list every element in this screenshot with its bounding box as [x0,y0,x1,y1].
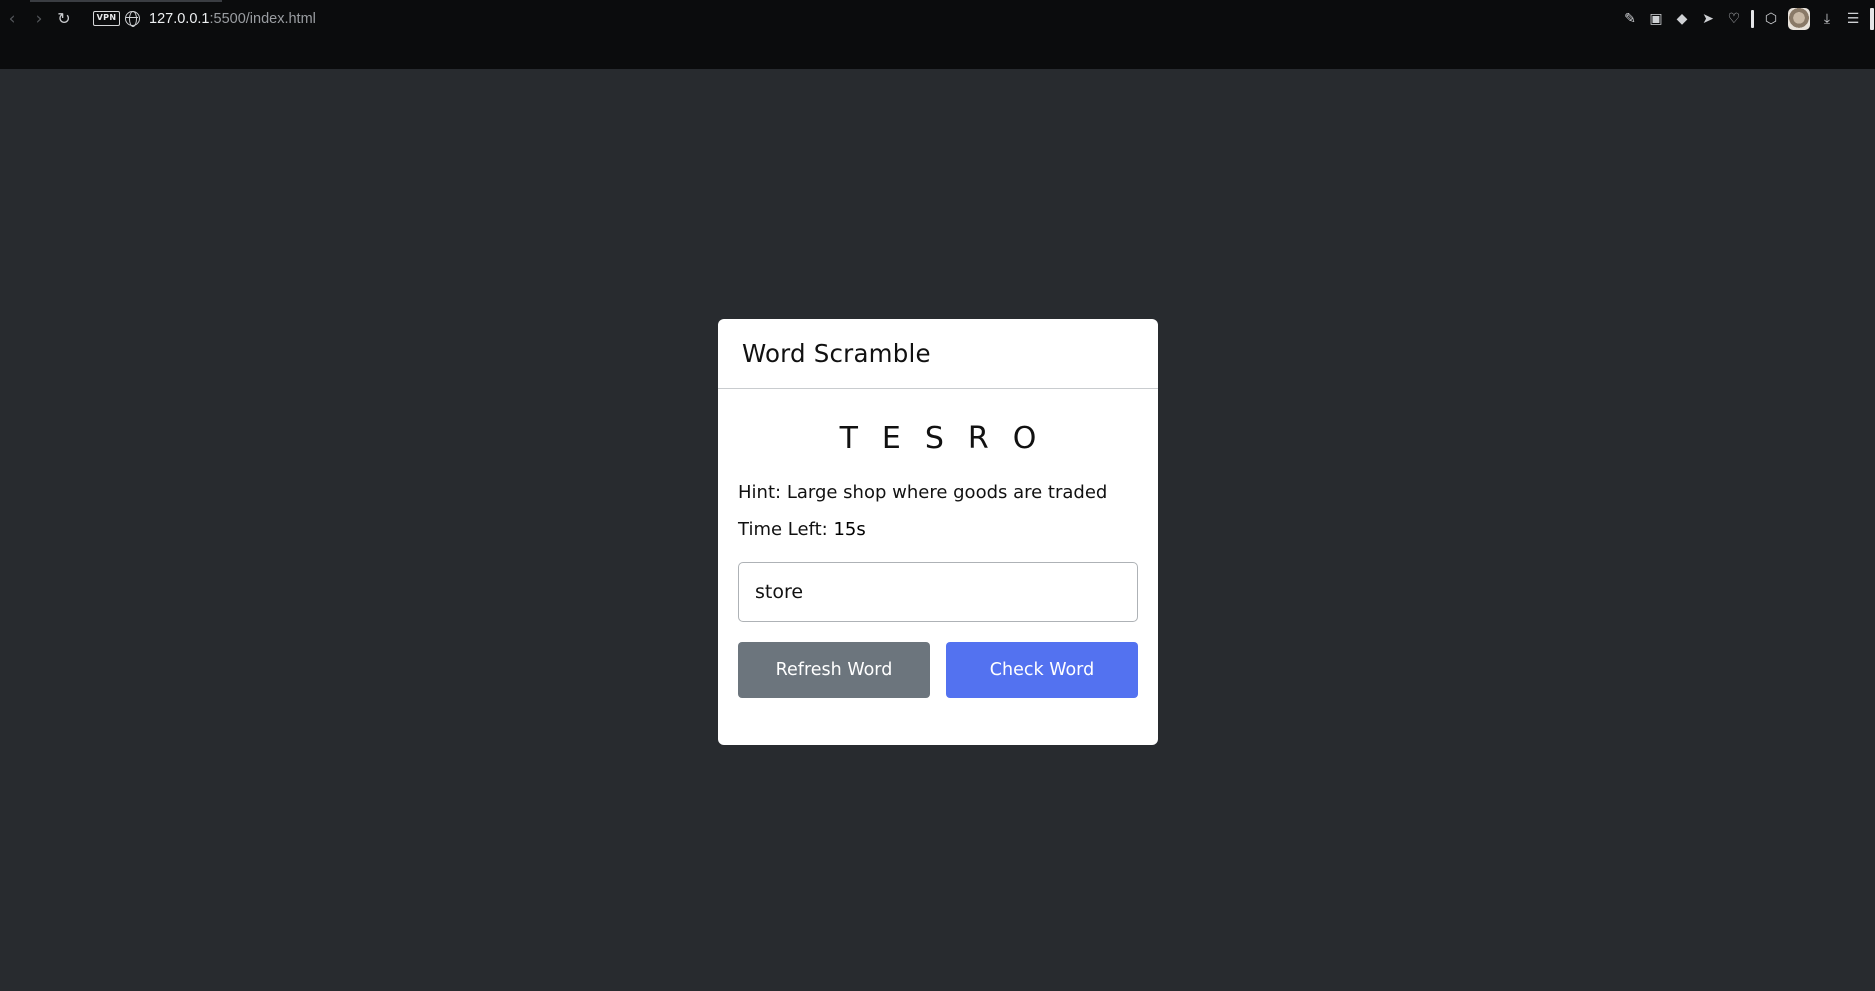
download-icon[interactable]: ⤓ [1818,10,1836,28]
hint-line: Hint: Large shop where goods are traded [738,481,1138,505]
page-title: Word Scramble [742,339,931,368]
card-body: TESRO Hint: Large shop where goods are t… [718,419,1158,698]
camera-icon[interactable]: ▣ [1647,10,1665,28]
url-host: 127.0.0.1 [149,11,210,27]
shield-icon[interactable]: ◆ [1673,10,1691,28]
active-tab-indicator [30,0,222,2]
back-arrow-icon[interactable]: ‹ [2,9,22,29]
check-word-button[interactable]: Check Word [946,642,1138,698]
time-line: Time Left: 15s [738,518,1138,542]
edit-icon[interactable]: ✎ [1621,10,1639,28]
time-value: 15 [833,519,857,540]
browser-toolbar: ‹ › ↻ VPN 127.0.0.1:5500/index.html ✎ ▣ … [0,0,1875,69]
time-unit: s [856,519,866,540]
sidebar-toggle[interactable] [1870,8,1874,30]
heart-icon[interactable]: ♡ [1725,10,1743,28]
vpn-badge[interactable]: VPN [93,11,120,26]
address-bar[interactable]: 127.0.0.1:5500/index.html [149,9,316,29]
time-label: Time Left: [738,519,828,540]
url-path: :5500/index.html [209,11,316,27]
scrambled-word: TESRO [839,421,1061,456]
menu-icon[interactable]: ☰ [1844,10,1862,28]
toolbar-separator [1751,10,1754,28]
hint-text: Large shop where goods are traded [786,482,1108,503]
globe-icon[interactable] [125,11,140,27]
button-row: Refresh Word Check Word [738,642,1138,698]
reload-icon[interactable]: ↻ [54,9,74,29]
send-icon[interactable]: ➤ [1699,10,1717,28]
browser-toolbar-icons: ✎ ▣ ◆ ➤ ♡ ⬡ ⤓ ☰ [1613,6,1875,32]
forward-arrow-icon[interactable]: › [29,9,49,29]
refresh-word-button[interactable]: Refresh Word [738,642,930,698]
avatar[interactable] [1788,8,1810,30]
card-header: Word Scramble [718,319,1158,389]
word-scramble-card: Word Scramble TESRO Hint: Large shop whe… [718,319,1158,745]
cube-icon[interactable]: ⬡ [1762,10,1780,28]
hint-label: Hint: [738,482,782,503]
guess-input[interactable] [738,562,1138,622]
